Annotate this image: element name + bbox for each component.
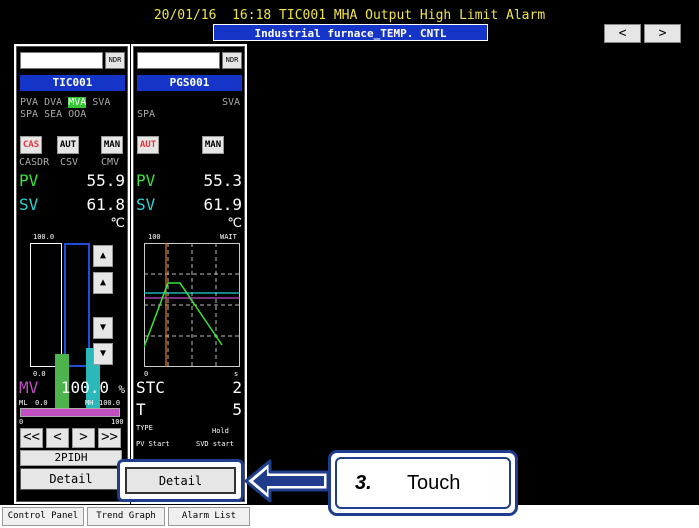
sv-down-button[interactable]: ▼ bbox=[93, 317, 113, 339]
sv-up-fast-button[interactable]: ▲ bbox=[93, 245, 113, 267]
graph-wait-label: WAIT bbox=[220, 233, 237, 241]
ndr-button[interactable]: NDR bbox=[105, 52, 125, 69]
unit-label: ℃ bbox=[227, 216, 242, 231]
casdr-label: CASDR bbox=[19, 157, 50, 168]
pv-label: PV bbox=[19, 171, 39, 190]
tag-name: TIC001 bbox=[20, 75, 125, 91]
program-pattern-graph bbox=[144, 243, 240, 367]
stc-label: STC bbox=[136, 378, 165, 397]
mv-label: MV bbox=[19, 378, 39, 397]
svd-start-label: SVD start bbox=[196, 440, 234, 448]
alarm-spa: SPA bbox=[137, 109, 156, 120]
graph-bottom-label: 0 bbox=[144, 370, 149, 378]
pv-start-label: PV Start bbox=[136, 440, 170, 448]
mv-output-bar bbox=[20, 408, 120, 417]
instruction-callout-inner: 3. Touch bbox=[335, 457, 511, 509]
mv-value[interactable]: 100.0 bbox=[47, 379, 109, 397]
pv-label: PV bbox=[136, 171, 156, 190]
pv-value: 55.9 bbox=[86, 171, 125, 190]
screen: 20/01/16 16:18 TIC001 MHA Output High Li… bbox=[0, 0, 699, 528]
alarm-mva-active: MVA bbox=[68, 97, 87, 108]
sv-up-button[interactable]: ▲ bbox=[93, 272, 113, 294]
next-page-button[interactable]: > bbox=[644, 24, 681, 43]
type-value: Hold bbox=[212, 427, 229, 435]
bar-scale-top: 100.0 bbox=[33, 233, 55, 241]
alarm-sva: SVA bbox=[222, 97, 241, 108]
detail-button-tic001[interactable]: Detail bbox=[20, 468, 122, 490]
sv-value: 61.9 bbox=[203, 195, 242, 214]
t-label: T bbox=[136, 400, 146, 419]
prev-page-button[interactable]: < bbox=[604, 24, 641, 43]
tag-name: PGS001 bbox=[137, 75, 242, 91]
pv-value: 55.3 bbox=[203, 171, 242, 190]
step-number: 3. bbox=[355, 472, 372, 494]
mh-value: 100.0 bbox=[99, 399, 121, 407]
mv-unit: % bbox=[118, 383, 125, 396]
step-fast-back-button[interactable]: << bbox=[20, 428, 43, 448]
instruction-callout: 3. Touch bbox=[328, 450, 518, 516]
ml-label: ML bbox=[19, 399, 28, 407]
man-mode-button[interactable]: MAN bbox=[202, 136, 224, 154]
t-value: 5 bbox=[232, 400, 242, 419]
hmi-display: 20/01/16 16:18 TIC001 MHA Output High Li… bbox=[0, 0, 699, 505]
ndr-button[interactable]: NDR bbox=[222, 52, 242, 69]
step-forward-button[interactable]: > bbox=[72, 428, 95, 448]
alarm-flags-row2: SPA SEA OOA bbox=[20, 109, 87, 120]
unit-label: ℃ bbox=[110, 216, 125, 231]
cmv-label: CMV bbox=[101, 157, 120, 168]
tab-control-panel[interactable]: Control Panel bbox=[2, 507, 84, 526]
csv-label: CSV bbox=[60, 157, 79, 168]
mv-scale-min: 0 bbox=[19, 418, 24, 426]
type-label: TYPE bbox=[136, 424, 153, 432]
mh-label: MH bbox=[85, 399, 94, 407]
step-fast-forward-button[interactable]: >> bbox=[98, 428, 121, 448]
tag-search-box[interactable] bbox=[137, 52, 220, 69]
alarm-sva: SVA bbox=[92, 97, 111, 108]
control-type: 2PIDH bbox=[20, 450, 122, 466]
graph-top-label: 100 bbox=[148, 233, 161, 241]
cas-mode-button[interactable]: CAS bbox=[20, 136, 42, 154]
instruction-text: Touch bbox=[407, 472, 461, 494]
man-mode-button[interactable]: MAN bbox=[101, 136, 123, 154]
alarm-dva: DVA bbox=[44, 97, 63, 108]
graph-time-unit: s bbox=[234, 370, 239, 378]
bar-scale-bottom: 0.0 bbox=[33, 370, 46, 378]
sv-label: SV bbox=[19, 195, 39, 214]
aut-mode-button[interactable]: AUT bbox=[137, 136, 159, 154]
tag-search-box[interactable] bbox=[20, 52, 103, 69]
faceplate-pgs001: NDR PGS001 SVA SPA AUT MAN PV 55.3 SV 61… bbox=[131, 44, 247, 504]
step-back-button[interactable]: < bbox=[46, 428, 69, 448]
stc-value: 2 bbox=[232, 378, 242, 397]
callout-arrow-icon bbox=[244, 459, 330, 503]
sv-label: SV bbox=[136, 195, 156, 214]
ml-value: 0.0 bbox=[35, 399, 48, 407]
detail-button-pgs001[interactable]: Detail bbox=[125, 467, 236, 494]
alarm-flags-row1: PVA DVA MVA SVA bbox=[20, 97, 125, 108]
alarm-pva: PVA bbox=[20, 97, 39, 108]
graph-grid bbox=[144, 243, 240, 367]
alarm-banner[interactable]: 20/01/16 16:18 TIC001 MHA Output High Li… bbox=[0, 8, 699, 23]
sv-value[interactable]: 61.8 bbox=[57, 196, 125, 214]
tab-trend-graph[interactable]: Trend Graph bbox=[87, 507, 165, 526]
mv-scale-max: 100 bbox=[111, 418, 124, 426]
tab-alarm-list[interactable]: Alarm List bbox=[168, 507, 250, 526]
faceplate-tic001: NDR TIC001 PVA DVA MVA SVA SPA SEA OOA C… bbox=[14, 44, 130, 504]
aut-mode-button[interactable]: AUT bbox=[57, 136, 79, 154]
pv-bar-frame bbox=[30, 243, 62, 367]
sv-down-fast-button[interactable]: ▼ bbox=[93, 343, 113, 365]
window-title: Industrial furnace_TEMP. CNTL bbox=[213, 24, 488, 41]
